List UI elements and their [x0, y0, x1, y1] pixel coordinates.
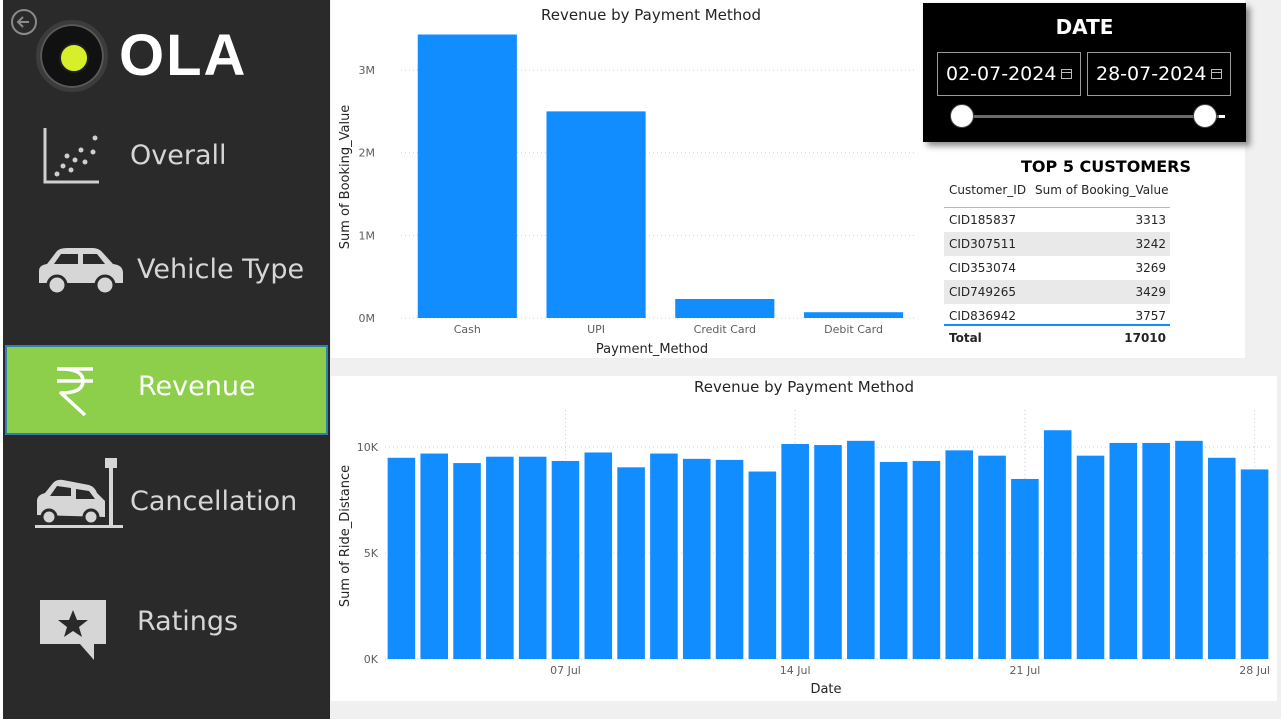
x-tick-label: 21 Jul — [1010, 664, 1041, 677]
x-tick-label: Debit Card — [824, 323, 883, 336]
date-slicer-title: DATE — [1055, 15, 1114, 39]
y-axis-title: Sum of Booking_Value — [338, 105, 353, 250]
bar — [486, 456, 514, 659]
bar — [546, 111, 646, 318]
nav-item-revenue[interactable]: Revenue — [5, 345, 328, 435]
table-header-booking-value: Sum of Booking_Value — [1035, 183, 1169, 197]
date-slicer: DATE 02-07-2024 28-07-2024 — [923, 3, 1246, 142]
x-tick-label: Credit Card — [694, 323, 756, 336]
end-date-input[interactable]: 28-07-2024 — [1087, 52, 1231, 96]
nav-item-cancellation[interactable]: Cancellation — [3, 455, 324, 545]
bar — [584, 452, 613, 659]
bar — [518, 456, 547, 659]
top-customers-title: TOP 5 CUSTOMERS — [1021, 157, 1191, 176]
start-date-value: 02-07-2024 — [946, 63, 1057, 85]
back-arrow-icon[interactable] — [11, 9, 37, 35]
bar — [814, 445, 842, 659]
sidebar: OLA Overall Vehicle Type Revenue Cancell… — [0, 0, 330, 719]
table-row: CID353074 3269 — [949, 261, 1166, 275]
y-tick-label: 3M — [359, 64, 376, 77]
bar — [617, 467, 645, 659]
bar — [453, 463, 481, 659]
bar — [781, 444, 809, 659]
bar — [748, 471, 777, 659]
slider-end-handle[interactable] — [1193, 104, 1217, 128]
bar — [417, 34, 517, 318]
bar — [1011, 478, 1039, 659]
y-axis-title: Sum of Ride_Distance — [338, 465, 353, 607]
bar — [847, 440, 875, 659]
car-crash-icon — [35, 458, 123, 528]
bar — [420, 453, 449, 659]
bar — [715, 459, 744, 659]
start-date-input[interactable]: 02-07-2024 — [937, 52, 1081, 96]
end-date-value: 28-07-2024 — [1096, 63, 1207, 85]
nav-label-vehicle-type: Vehicle Type — [137, 254, 305, 285]
bar — [1207, 457, 1236, 659]
rupee-icon — [57, 367, 93, 417]
star-comment-icon — [40, 600, 106, 660]
bar — [1076, 455, 1105, 659]
bar — [912, 460, 941, 659]
x-tick-label: UPI — [587, 323, 605, 336]
date-range-slider[interactable] — [963, 115, 1221, 118]
y-tick-label: 0M — [359, 312, 376, 325]
x-tick-label: 14 Jul — [780, 664, 811, 677]
car-icon — [39, 248, 123, 296]
x-tick-label: 28 Jul — [1239, 664, 1270, 677]
ride-distance-chart: 0K 5K 10K 07 Jul 14 Jul 21 Jul 28 Jul Date Sum o… — [338, 410, 1271, 697]
nav-item-vehicle-type[interactable]: Vehicle Type — [3, 225, 324, 315]
bar — [682, 458, 711, 659]
bar — [1240, 469, 1269, 659]
bar — [650, 453, 678, 659]
nav-item-ratings[interactable]: Ratings — [3, 580, 324, 670]
ola-logo-icon — [36, 20, 108, 92]
payment-method-chart: 0M 1M 2M 3M Cash UPI Credit Card Debit Card Paym… — [338, 34, 916, 357]
x-axis-title: Date — [810, 682, 841, 697]
bar — [1043, 430, 1072, 659]
bar — [1142, 442, 1170, 659]
x-tick-label: 07 Jul — [550, 664, 581, 677]
table-row: CID749265 3429 — [944, 280, 1170, 304]
bar — [945, 450, 974, 659]
nav-label-overall: Overall — [130, 140, 227, 171]
bar — [978, 455, 1006, 659]
y-tick-label: 2M — [359, 147, 376, 160]
nav-label-cancellation: Cancellation — [130, 486, 298, 517]
table-row: CID185837 3313 — [949, 213, 1166, 227]
y-tick-label: 5K — [364, 547, 379, 560]
bar — [551, 460, 580, 659]
nav-item-overall[interactable]: Overall — [3, 110, 324, 200]
brand-name: OLA — [119, 23, 248, 88]
nav-label-revenue: Revenue — [138, 371, 256, 402]
calendar-icon[interactable] — [1211, 69, 1222, 79]
bar — [675, 298, 775, 318]
x-axis-title: Payment_Method — [596, 342, 708, 357]
table-header-customer-id: Customer_ID — [949, 183, 1027, 197]
bar — [1175, 440, 1203, 659]
table-row: CID307511 3242 — [944, 232, 1170, 256]
x-tick-label: Cash — [454, 323, 481, 336]
total-label: Total — [949, 331, 982, 345]
slider-end-marker — [1219, 115, 1225, 118]
table-total-row: Total 17010 — [944, 326, 1170, 350]
total-value: 17010 — [1124, 331, 1166, 345]
y-tick-label: 1M — [359, 229, 376, 242]
scatter-chart-icon — [43, 128, 99, 184]
calendar-icon[interactable] — [1061, 69, 1072, 79]
y-tick-label: 0K — [364, 653, 379, 666]
bar — [879, 462, 908, 659]
nav-label-ratings: Ratings — [137, 606, 239, 637]
bar — [387, 457, 416, 659]
bar — [803, 312, 904, 318]
bar — [1109, 442, 1138, 659]
y-tick-label: 10K — [357, 441, 379, 454]
slider-start-handle[interactable] — [950, 104, 974, 128]
